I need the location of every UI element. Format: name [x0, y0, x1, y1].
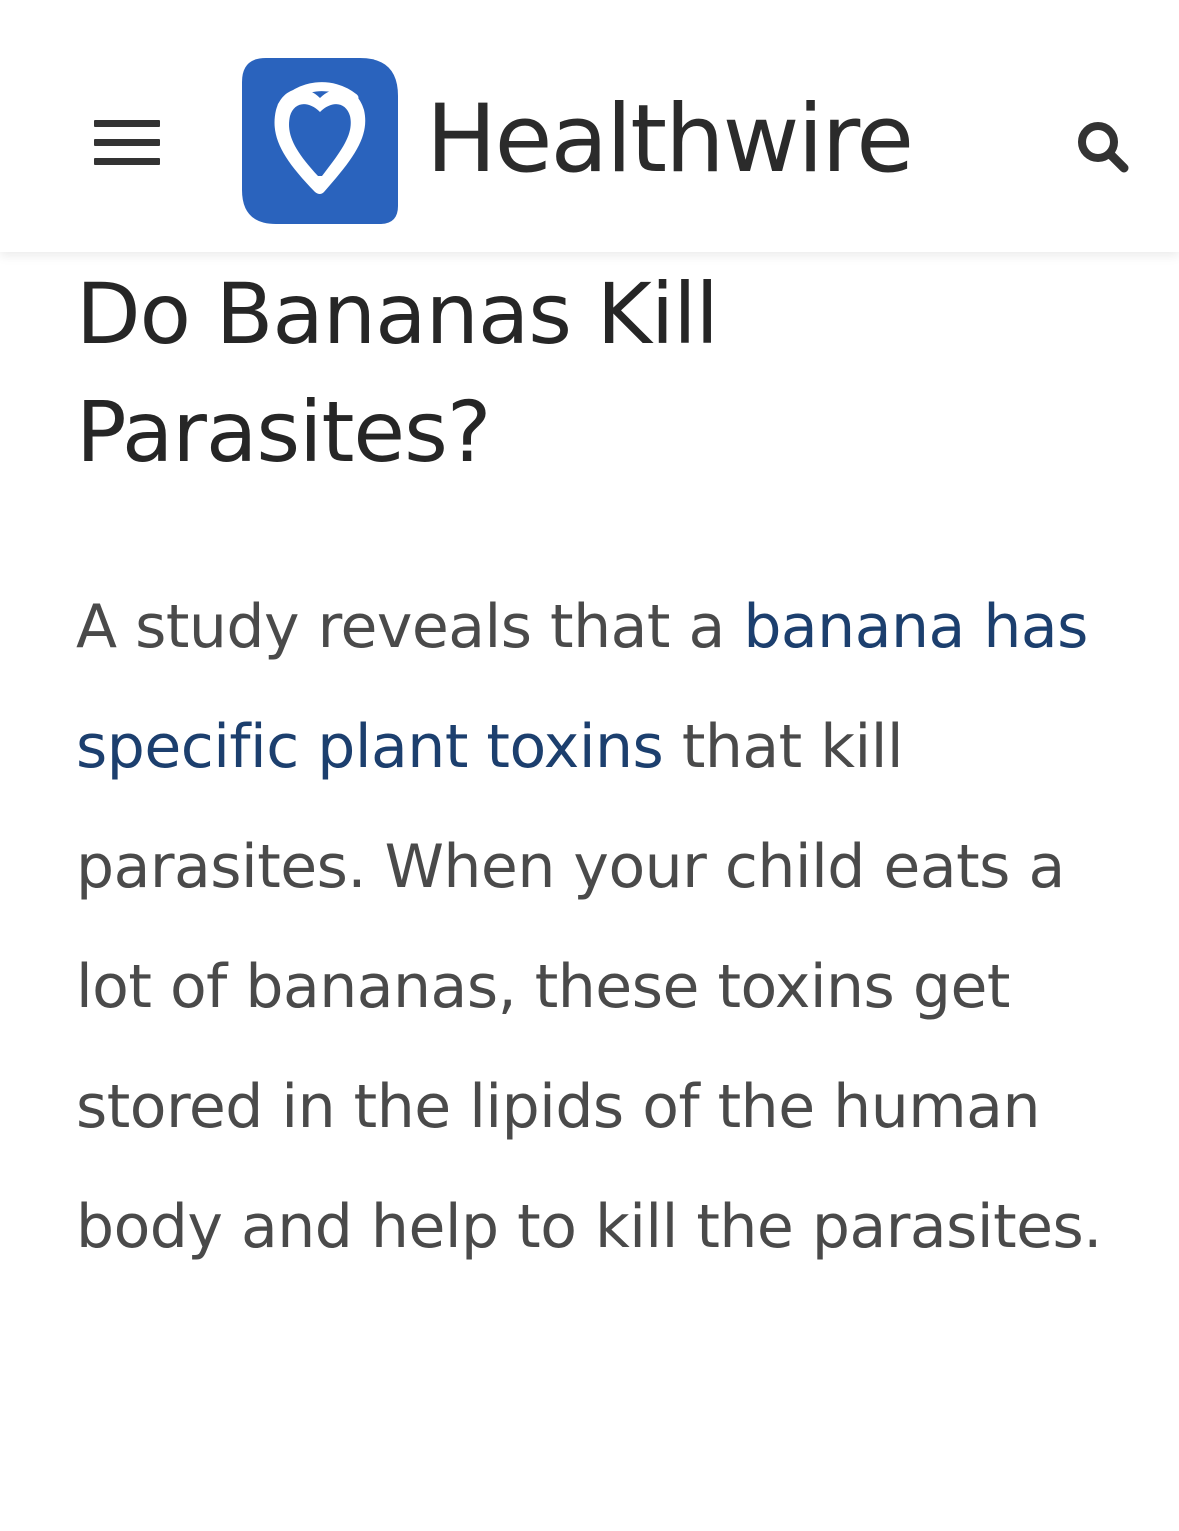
site-header: Healthwire [0, 0, 1179, 252]
brand-name: Healthwire [426, 85, 914, 194]
hamburger-menu-icon[interactable] [86, 110, 168, 174]
search-icon[interactable] [1070, 114, 1134, 178]
menu-bar-bottom [94, 158, 160, 165]
article-content: Do Bananas Kill Parasites? A study revea… [76, 255, 1116, 1287]
menu-bar-top [94, 120, 160, 127]
paragraph-text-before-link: A study reveals that a [76, 592, 744, 662]
article-title: Do Bananas Kill Parasites? [76, 265, 719, 481]
menu-bar-middle [94, 139, 160, 146]
healthwire-heart-logo-icon [242, 58, 398, 224]
site-logo-link[interactable]: Healthwire [242, 58, 942, 224]
article-paragraph: A study reveals that a banana has specif… [76, 567, 1116, 1287]
paragraph-text-after-link: that kill parasites. When your child eat… [76, 712, 1102, 1262]
